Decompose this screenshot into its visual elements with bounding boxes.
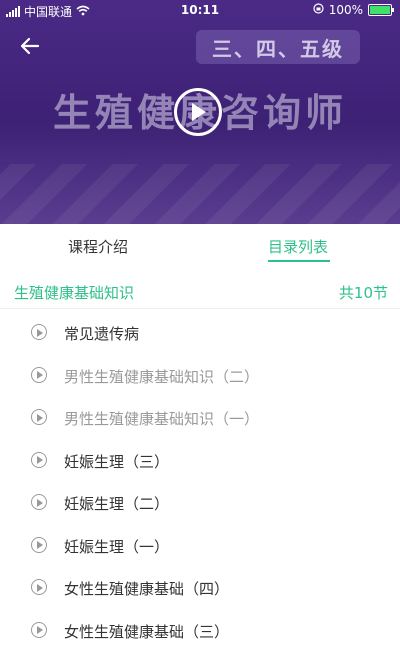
play-icon bbox=[192, 103, 206, 121]
lesson-item[interactable]: 常见遗传病 bbox=[0, 312, 400, 355]
active-tab-indicator bbox=[268, 260, 330, 262]
lesson-item[interactable]: 女性生殖健康基础（四） bbox=[0, 567, 400, 610]
lesson-item[interactable]: 妊娠生理（一） bbox=[0, 525, 400, 568]
tab-course-intro[interactable]: 课程介绍 bbox=[68, 236, 128, 257]
lesson-title: 常见遗传病 bbox=[64, 325, 140, 343]
lesson-title: 女性生殖健康基础（三） bbox=[64, 622, 230, 641]
chapter-title: 生殖健康基础知识 bbox=[14, 284, 135, 302]
chapter-header: 生殖健康基础知识 共10节 bbox=[0, 278, 400, 309]
lesson-title: 男性生殖健康基础知识（一） bbox=[64, 410, 260, 428]
lesson-item[interactable]: 妊娠生理（三） bbox=[0, 440, 400, 483]
lesson-title: 女性生殖健康基础（四） bbox=[64, 580, 230, 598]
chapter-lesson-count: 共10节 bbox=[338, 284, 388, 302]
lesson-title: 男性生殖健康基础知识（二） bbox=[64, 367, 260, 386]
lesson-item[interactable]: 女性生殖健康基础（三） bbox=[0, 610, 400, 653]
play-button[interactable] bbox=[174, 88, 222, 136]
battery-percent: 100% bbox=[328, 3, 363, 17]
play-circle-icon bbox=[31, 621, 47, 638]
play-circle-icon bbox=[31, 409, 47, 425]
lesson-list: 常见遗传病 男性生殖健康基础知识（二） 男性生殖健康基础知识（一） 妊娠生理（三… bbox=[0, 312, 400, 652]
play-circle-icon bbox=[31, 366, 47, 383]
tab-bar: 课程介绍 目录列表 bbox=[0, 224, 400, 270]
lesson-item[interactable]: 妊娠生理（二） bbox=[0, 482, 400, 525]
back-button[interactable] bbox=[16, 32, 44, 60]
lesson-title: 妊娠生理（二） bbox=[64, 495, 170, 513]
play-circle-icon bbox=[31, 536, 47, 553]
tab-catalog[interactable]: 目录列表 bbox=[268, 236, 328, 257]
video-player[interactable]: 中国联通 10:11 100% 三、四、五级 bbox=[0, 0, 400, 224]
lesson-item[interactable]: 男性生殖健康基础知识（二） bbox=[0, 355, 400, 398]
lesson-title: 妊娠生理（一） bbox=[64, 537, 170, 556]
level-badge: 三、四、五级 bbox=[196, 30, 360, 64]
battery-icon bbox=[368, 4, 394, 16]
lesson-title: 妊娠生理（三） bbox=[64, 452, 170, 471]
play-circle-icon bbox=[31, 494, 47, 510]
orientation-lock-icon bbox=[313, 3, 324, 17]
play-circle-icon bbox=[31, 324, 47, 340]
arrow-left-icon bbox=[20, 37, 40, 55]
play-circle-icon bbox=[31, 451, 47, 468]
lesson-item[interactable]: 男性生殖健康基础知识（一） bbox=[0, 397, 400, 440]
status-bar: 中国联通 10:11 100% bbox=[0, 0, 400, 20]
status-right: 100% bbox=[313, 3, 394, 17]
play-circle-icon bbox=[31, 579, 47, 595]
